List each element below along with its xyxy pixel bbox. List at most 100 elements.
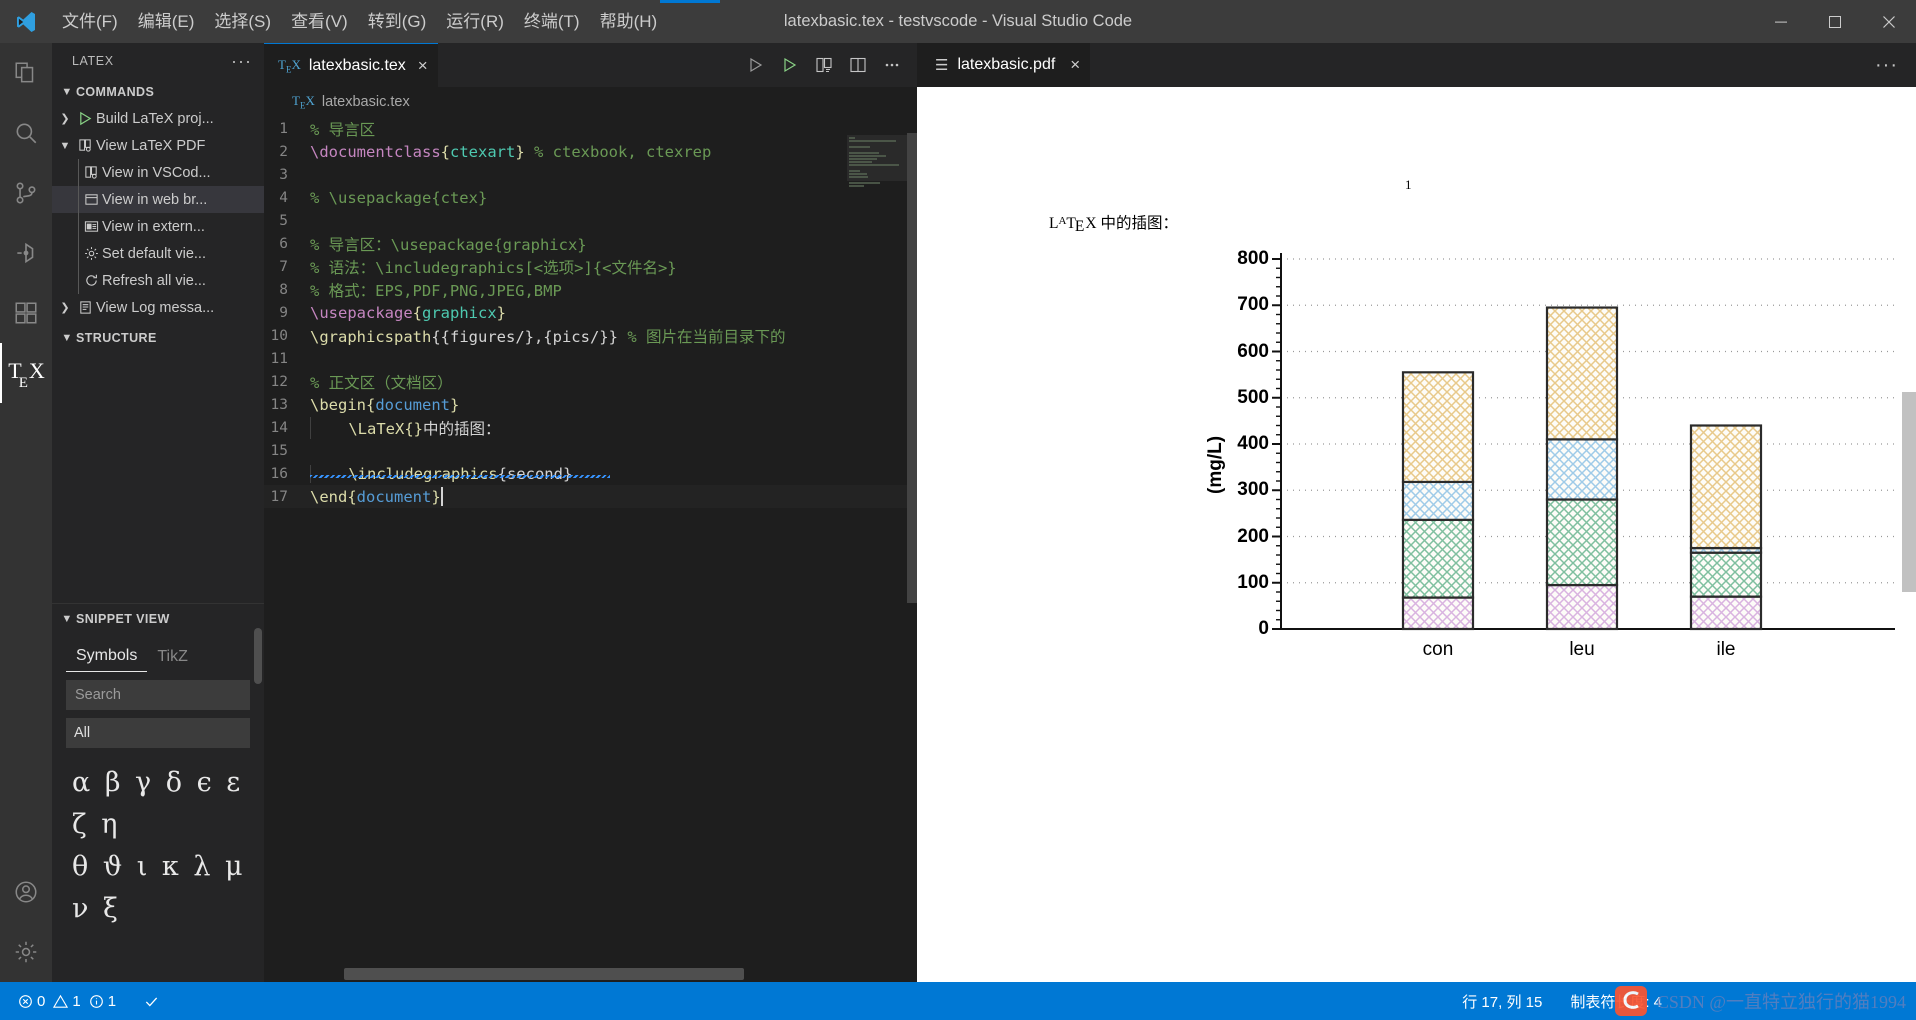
sidebar-item-view-log-messages[interactable]: ❯ View Log messa... [52,294,264,321]
ellipsis-icon[interactable] [877,50,907,80]
close-icon[interactable] [1862,0,1916,43]
code-line[interactable]: 11 [264,347,917,370]
tab-symbols[interactable]: Symbols [66,647,148,672]
code-line[interactable]: 1 % 导言区 [264,117,917,140]
symbol-palette: α β γ δ ϵ ε ζ η θ ϑ ι κ λ μ ν ξ [52,748,264,929]
snippet-search-input[interactable]: Search [66,680,250,710]
pdf-page[interactable]: 1 LATEX 中的插图： (mg/L) 0 100 200 300 400 500 600… [917,87,1916,982]
menu-view[interactable]: 查看(V) [281,0,358,43]
section-structure-header[interactable]: ▼ STRUCTURE [52,325,264,351]
editor-tab-latexbasic-tex[interactable]: TEX latexbasic.tex × [264,43,438,87]
activity-settings[interactable] [0,922,52,982]
code-line[interactable]: 14 \LaTeX{}中的插图： [264,416,917,439]
pdf-tab-bar: ☰ latexbasic.pdf × ··· [917,43,1916,87]
code-editor[interactable]: 1 % 导言区 2 \documentclass{ctexart} % ctexboo… [264,117,917,982]
tab-tikz[interactable]: TikZ [147,648,198,672]
preview-icon [80,165,102,180]
activity-search[interactable] [0,103,52,163]
sidebar-item-label: Set default vie... [102,245,206,262]
activity-run-debug[interactable] [0,223,52,283]
code-line[interactable]: 5 [264,209,917,232]
menu-selection[interactable]: 选择(S) [204,0,281,43]
minimap[interactable] [847,117,907,982]
code-line[interactable]: 3 [264,163,917,186]
sidebar-item-refresh-all-viewers[interactable]: Refresh all vie... [52,267,264,294]
menu-goto[interactable]: 转到(G) [358,0,437,43]
sidebar-item-view-in-external[interactable]: View in extern... [52,213,264,240]
chevron-down-icon: ▼ [61,86,73,98]
section-commands-header[interactable]: ▼ COMMANDS [52,79,264,105]
sidebar-item-view-latex-pdf[interactable]: ▼ View LaTeX PDF [52,132,264,159]
run-green-icon[interactable] [775,50,805,80]
chevron-right-icon[interactable]: ❯ [56,301,74,314]
status-left: 0 1 1 [0,982,165,1020]
menu-terminal[interactable]: 终端(T) [514,0,590,43]
line-content: \begin{document} [310,395,460,414]
close-icon[interactable]: × [1070,55,1080,75]
code-line[interactable]: 7 % 语法：\includegraphics[<选项>]{<文件名>} [264,255,917,278]
editor-horizontal-scrollbar[interactable] [344,968,744,980]
status-bar: 0 1 1 行 17, 列 15 制表符长度: 4 CSDN @一直特立独行的猫… [0,982,1916,1020]
split-editor-icon[interactable] [843,50,873,80]
section-snippet-header[interactable]: ▼ SNIPPET VIEW [52,604,264,634]
activity-accounts[interactable] [0,862,52,922]
status-cursor-position[interactable]: 行 17, 列 15 [1448,982,1556,1020]
run-icon[interactable] [741,50,771,80]
code-line[interactable]: 6 % 导言区：\usepackage{graphicx} [264,232,917,255]
csdn-logo-icon [1614,986,1647,1016]
sidebar-item-set-default-viewer[interactable]: Set default vie... [52,240,264,267]
maximize-icon[interactable] [1808,0,1862,43]
pdf-body-suffix: 中的插图： [1096,215,1178,232]
minimap-line [849,164,899,166]
snippet-filter-all[interactable]: All [66,718,250,748]
symbol-row-2[interactable]: θ ϑ ι κ λ μ ν ξ [72,846,264,930]
line-content: \documentclass{ctexart} % ctexbook, ctex… [310,142,712,161]
activity-latex[interactable]: TEX [0,343,52,403]
sidebar-item-view-in-vscode[interactable]: View in VSCod... [52,159,264,186]
code-line[interactable]: 12 % 正文区（文档区） [264,370,917,393]
code-line[interactable]: 17 \end{document} [264,485,917,508]
pdf-scrollbar[interactable] [1902,392,1916,592]
chart-bar-segment [1401,596,1475,631]
code-line[interactable]: 16 \includegraphics{second} [264,462,917,485]
line-number: 14 [270,419,288,436]
chevron-right-icon[interactable]: ❯ [56,112,74,125]
minimize-icon[interactable] [1754,0,1808,43]
status-problems[interactable]: 0 1 1 [12,982,122,1020]
code-line[interactable]: 4 % \usepackage{ctex} [264,186,917,209]
code-line[interactable]: 8 % 格式：EPS,PDF,PNG,JPEG,BMP [264,278,917,301]
play-green-icon [74,111,96,126]
symbol-row-1[interactable]: α β γ δ ϵ ε ζ η [72,762,264,846]
menu-help[interactable]: 帮助(H) [590,0,668,43]
editor-vertical-scrollbar[interactable] [907,133,917,603]
tex-icon: TEX [278,56,301,75]
sidebar-item-build-latex[interactable]: ❯ Build LaTeX proj... [52,105,264,132]
line-number: 6 [279,235,288,252]
pdf-tab-label: latexbasic.pdf [957,56,1056,73]
chart-bar-segment [1689,551,1763,598]
ellipsis-icon[interactable]: ··· [1875,55,1916,75]
menu-run[interactable]: 运行(R) [436,0,514,43]
pdf-tab-latexbasic-pdf[interactable]: ☰ latexbasic.pdf × [917,43,1091,87]
code-line[interactable]: 2 \documentclass{ctexart} % ctexbook, cte… [264,140,917,163]
split-preview-icon[interactable] [809,50,839,80]
breadcrumb[interactable]: TEX latexbasic.tex [264,87,917,117]
menu-edit[interactable]: 编辑(E) [128,0,205,43]
line-number: 4 [279,189,288,206]
close-icon[interactable]: × [418,56,428,76]
activity-explorer[interactable] [0,43,52,103]
sidebar-item-view-in-web-browser[interactable]: View in web br... [52,186,264,213]
code-line[interactable]: 13 \begin{document} [264,393,917,416]
code-line[interactable]: 15 [264,439,917,462]
code-line[interactable]: 9 \usepackage{graphicx} [264,301,917,324]
code-line[interactable]: 10 \graphicspath{{figures/},{pics/}} % 图片… [264,324,917,347]
line-number: 9 [279,304,288,321]
chart-bar-segment [1545,498,1619,587]
section-commands-label: COMMANDS [76,85,155,99]
menu-file[interactable]: 文件(F) [52,0,128,43]
ellipsis-icon[interactable]: ··· [231,52,252,70]
status-check[interactable] [138,982,165,1020]
activity-extensions[interactable] [0,283,52,343]
activity-source-control[interactable] [0,163,52,223]
chevron-down-icon[interactable]: ▼ [56,140,74,152]
